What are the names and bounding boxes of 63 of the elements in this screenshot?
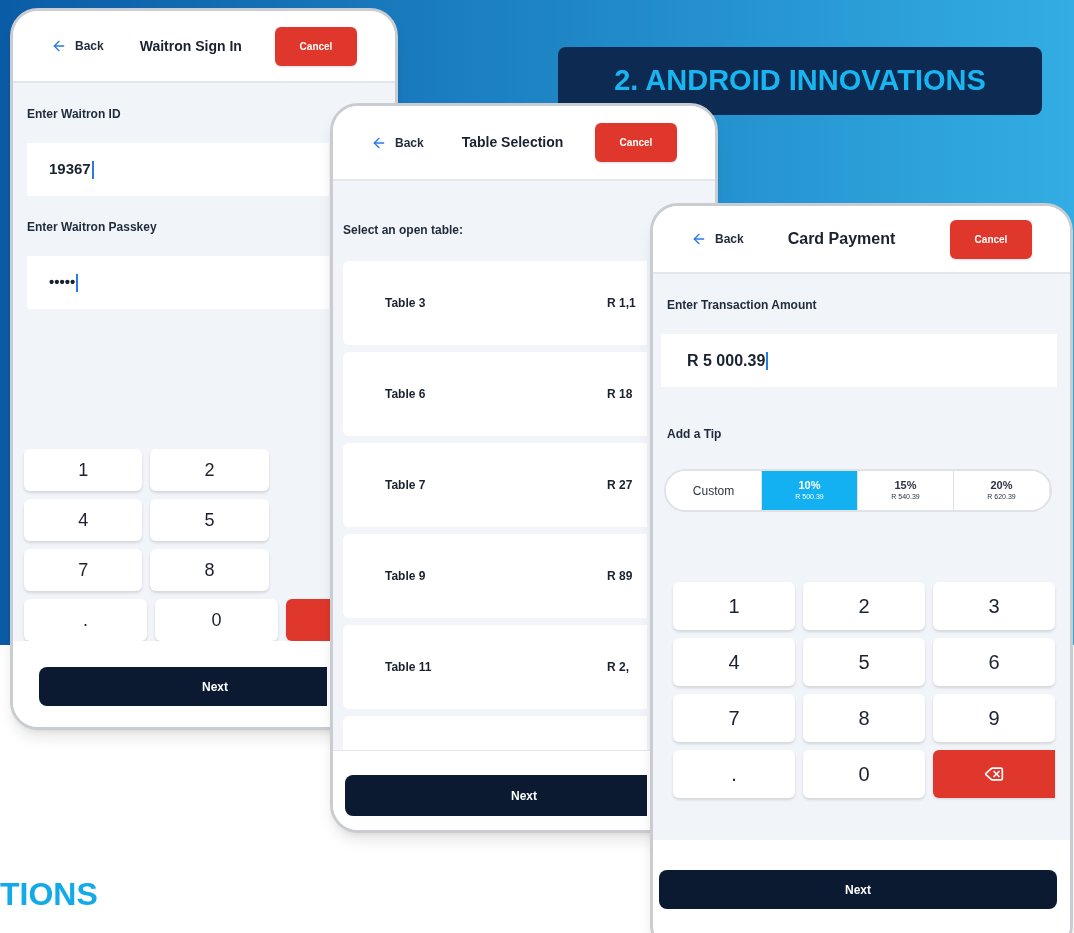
- table-amount: R 27: [607, 477, 633, 494]
- back-button[interactable]: Back: [371, 133, 424, 152]
- keypad-key[interactable]: 2: [803, 582, 925, 630]
- field-label: Enter Transaction Amount: [667, 297, 818, 314]
- keypad-key[interactable]: 9: [933, 694, 1055, 742]
- table-amount: R 2,: [607, 659, 629, 676]
- amount-input-field[interactable]: R 5 000.39: [661, 334, 1057, 387]
- table-amount: R 89: [607, 568, 633, 585]
- table-row[interactable]: Table 3 R 1,1: [343, 261, 647, 345]
- keypad-key[interactable]: 3: [933, 582, 1055, 630]
- back-button[interactable]: Back: [691, 230, 744, 248]
- next-button[interactable]: Next: [659, 870, 1057, 909]
- tip-label: Add a Tip: [667, 426, 723, 443]
- table-row[interactable]: Table 9 R 89: [343, 534, 647, 618]
- delete-key[interactable]: [933, 750, 1055, 798]
- delete-key[interactable]: [286, 599, 330, 641]
- keypad-key[interactable]: 6: [933, 638, 1055, 686]
- text-cursor: [76, 273, 79, 292]
- keypad-key[interactable]: .: [673, 750, 795, 798]
- table-name: Table 3: [385, 295, 427, 312]
- screen-title: Waitron Sign In: [139, 36, 242, 56]
- section-banner: 2. ANDROID INNOVATIONS: [558, 47, 1042, 115]
- keypad-key[interactable]: 0: [155, 599, 278, 641]
- keypad-key[interactable]: 5: [803, 638, 925, 686]
- keypad-key[interactable]: 1: [24, 449, 143, 491]
- cancel-button[interactable]: Cancel: [275, 26, 357, 66]
- cancel-button[interactable]: Cancel: [950, 219, 1032, 259]
- keypad-key[interactable]: 2: [150, 449, 269, 491]
- cancel-button[interactable]: Cancel: [595, 123, 677, 162]
- next-button[interactable]: Next: [39, 667, 327, 706]
- keypad-key[interactable]: 7: [24, 549, 143, 591]
- screen-title: Card Payment: [787, 229, 896, 249]
- table-row[interactable]: Table 7 R 27: [343, 443, 647, 527]
- keypad-key[interactable]: 8: [150, 549, 269, 591]
- backspace-icon: [984, 764, 1004, 784]
- back-button[interactable]: Back: [51, 37, 104, 55]
- text-cursor: [766, 351, 769, 370]
- keypad-key[interactable]: 4: [673, 638, 795, 686]
- prompt-text: Select an open table:: [343, 222, 465, 239]
- table-amount: R 18: [607, 386, 633, 403]
- table-name: Table 7: [385, 477, 427, 494]
- field-label: Enter Waitron ID: [27, 106, 121, 123]
- screen-title: Table Selection: [461, 133, 564, 152]
- table-row[interactable]: Table 6 R 18: [343, 352, 647, 436]
- table-amount: R 1,1: [607, 295, 636, 312]
- table-name: Table 6: [385, 386, 427, 403]
- input-field[interactable]: •••••: [27, 256, 329, 309]
- keypad-key[interactable]: .: [24, 599, 147, 641]
- keypad-key[interactable]: 1: [673, 582, 795, 630]
- keypad-key[interactable]: 8: [803, 694, 925, 742]
- text-cursor: [91, 160, 94, 179]
- keypad-key[interactable]: 0: [803, 750, 925, 798]
- field-label: Enter Waitron Passkey: [27, 219, 157, 236]
- table-row[interactable]: Table 11 R 2,: [343, 625, 647, 709]
- input-field[interactable]: 19367: [27, 143, 329, 196]
- table-name: Table 9: [385, 568, 427, 585]
- keypad-key[interactable]: 4: [24, 499, 143, 541]
- keypad-key[interactable]: 5: [150, 499, 269, 541]
- table-name: Table 11: [385, 659, 433, 676]
- tip-option[interactable]: Custom: [666, 471, 762, 510]
- section-heading: TIONS: [0, 875, 98, 914]
- keypad-key[interactable]: 7: [673, 694, 795, 742]
- next-button[interactable]: Next: [345, 775, 647, 816]
